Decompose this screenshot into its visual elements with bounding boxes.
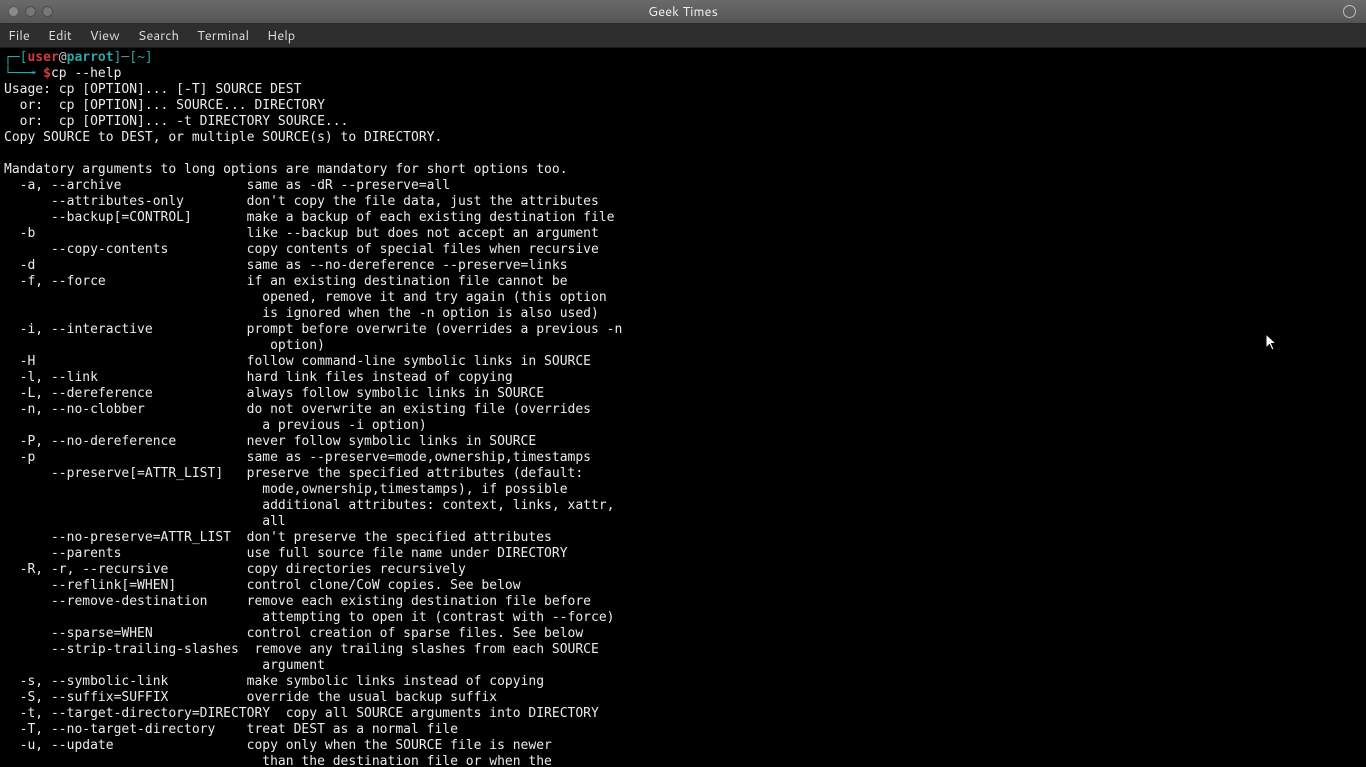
prompt-line-1: ┌─[user@parrot]─[~] [4, 50, 153, 65]
window-controls [8, 6, 53, 17]
window-title: Geek Times [648, 3, 718, 21]
terminal-output: Usage: cp [OPTION]... [-T] SOURCE DEST o… [4, 82, 622, 767]
menu-bar: File Edit View Search Terminal Help [0, 24, 1366, 48]
menu-terminal[interactable]: Terminal [197, 27, 249, 45]
maximize-window-button[interactable] [42, 6, 53, 17]
menu-help[interactable]: Help [267, 27, 295, 45]
command-input: cp --help [51, 66, 121, 81]
prompt-line-2: └──╼ $cp --help [4, 66, 121, 81]
menu-view[interactable]: View [90, 27, 120, 45]
minimize-window-button[interactable] [25, 6, 36, 17]
window-titlebar[interactable]: Geek Times [0, 0, 1366, 24]
menu-file[interactable]: File [8, 27, 30, 45]
terminal-viewport[interactable]: ┌─[user@parrot]─[~] └──╼ $cp --help Usag… [0, 48, 1366, 767]
window-decoration-icon [1343, 5, 1356, 18]
menu-search[interactable]: Search [138, 27, 179, 45]
close-window-button[interactable] [8, 6, 19, 17]
menu-edit[interactable]: Edit [48, 27, 72, 45]
